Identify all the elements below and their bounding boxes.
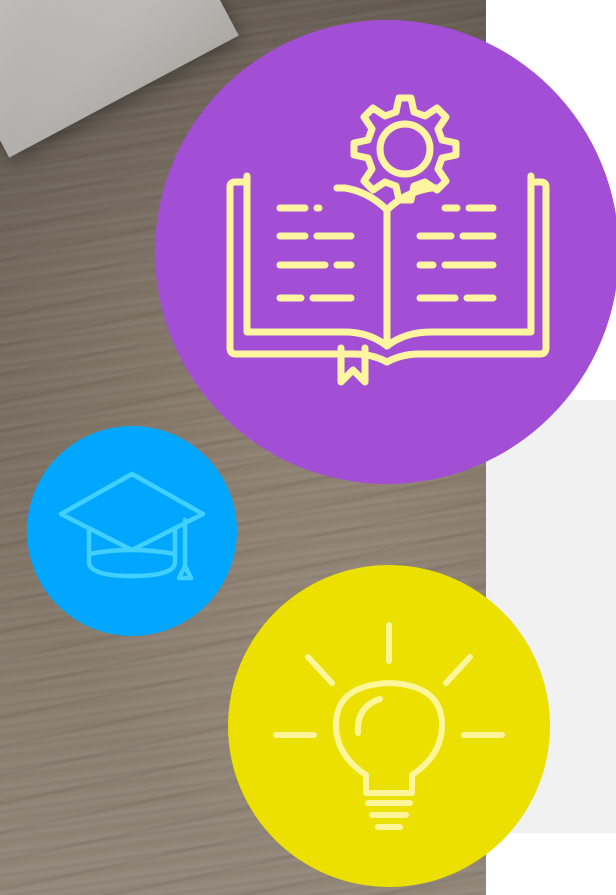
lightbulb-icon xyxy=(273,622,505,830)
book-gear-icon xyxy=(226,94,550,386)
blue-circle xyxy=(27,426,237,636)
purple-circle xyxy=(155,20,616,484)
yellow-circle xyxy=(228,565,550,887)
graduation-cap-icon xyxy=(58,471,206,581)
